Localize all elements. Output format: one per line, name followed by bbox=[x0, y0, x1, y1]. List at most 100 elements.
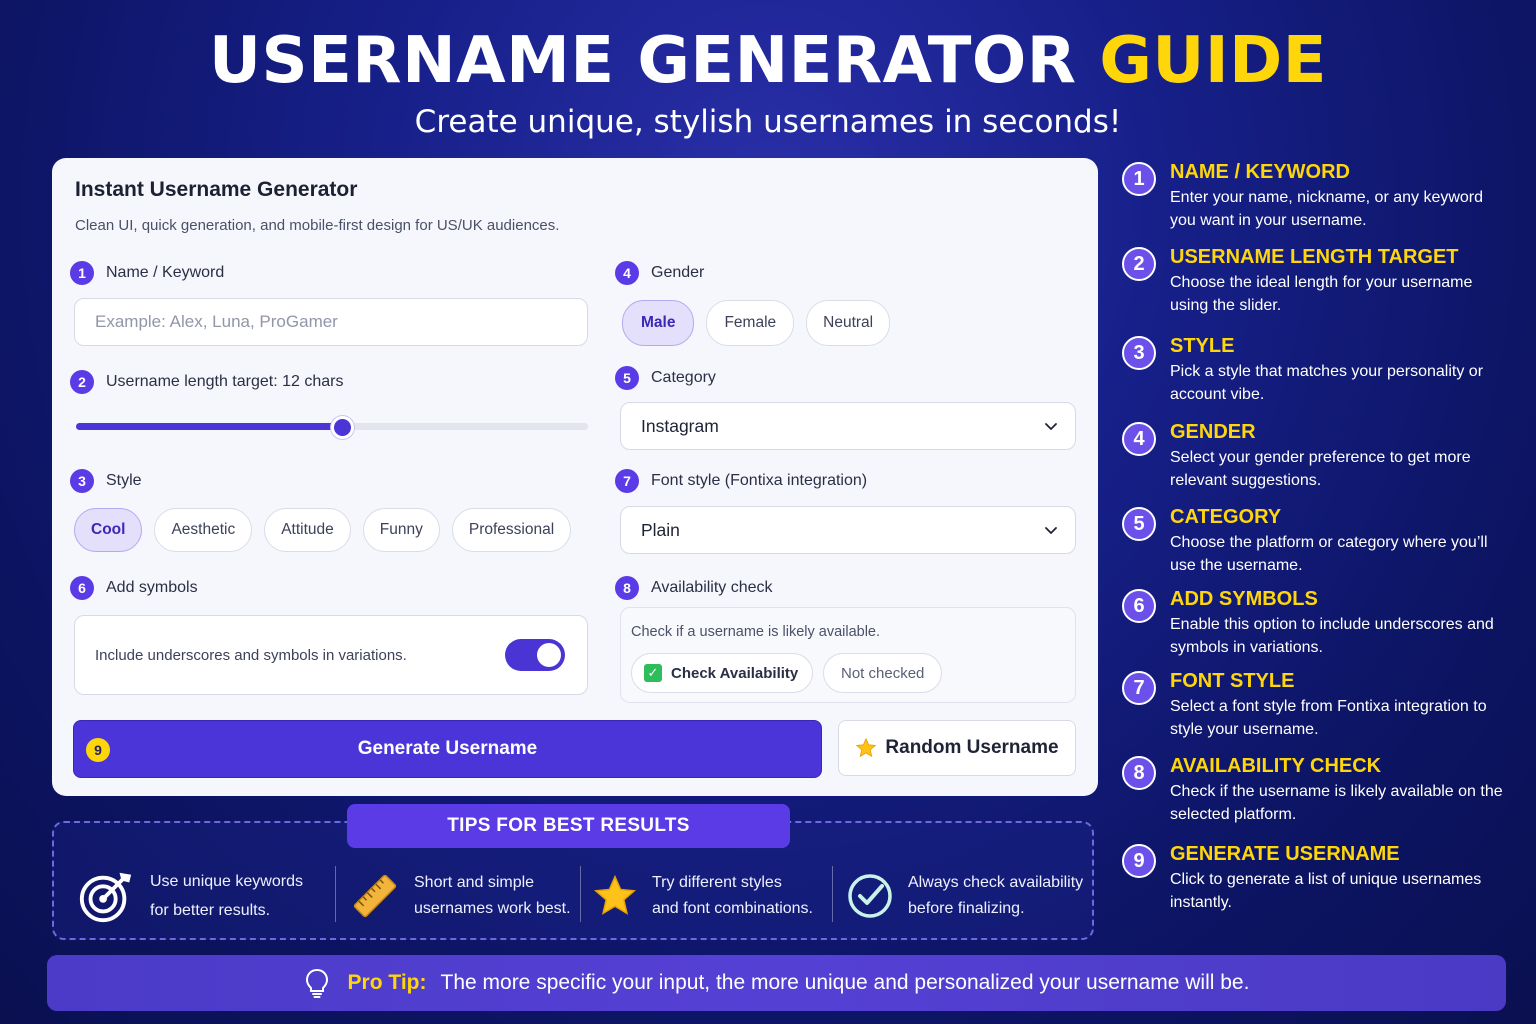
step-description: Choose the ideal length for your usernam… bbox=[1170, 274, 1473, 314]
tip-item: Short and simple usernames work best. bbox=[350, 866, 571, 926]
step-description: Click to generate a list of unique usern… bbox=[1170, 871, 1482, 911]
style-option-professional[interactable]: Professional bbox=[451, 508, 572, 552]
step-badge: 8 bbox=[615, 576, 639, 600]
step-item: 9 GENERATE USERNAME Click to generate a l… bbox=[1122, 842, 1510, 914]
step-number: 4 bbox=[1122, 422, 1156, 456]
step-item: 3 STYLE Pick a style that matches your pe… bbox=[1122, 334, 1510, 406]
step-badge: 5 bbox=[615, 366, 639, 390]
step-title: CATEGORY bbox=[1170, 506, 1282, 528]
step-number: 2 bbox=[1122, 247, 1156, 281]
star-icon bbox=[856, 737, 877, 758]
step-title: GENERATE USERNAME bbox=[1170, 843, 1400, 865]
label-text: Availability check bbox=[651, 579, 773, 596]
slider-fill bbox=[76, 423, 343, 430]
step-badge: 4 bbox=[615, 261, 639, 285]
target-icon bbox=[76, 866, 136, 926]
step-title: GENDER bbox=[1170, 421, 1256, 443]
tip-text-line: Use unique keywords bbox=[150, 872, 303, 890]
step-badge: 3 bbox=[70, 469, 94, 493]
name-field-label: 1 Name / Keyword bbox=[70, 261, 224, 285]
button-label: Check Availability bbox=[671, 664, 799, 682]
symbols-option-box: Include underscores and symbols in varia… bbox=[74, 615, 588, 695]
step-description: Select a font style from Fontixa integra… bbox=[1170, 698, 1487, 738]
tip-text-line: Always check availability bbox=[908, 874, 1084, 891]
style-option-funny[interactable]: Funny bbox=[362, 508, 440, 552]
length-field-label: 2 Username length target: 12 chars bbox=[70, 370, 343, 394]
font-field-label: 7 Font style (Fontixa integration) bbox=[615, 469, 867, 493]
style-option-aesthetic[interactable]: Aesthetic bbox=[154, 508, 253, 552]
step-item: 8 AVAILABILITY CHECK Check if the usernam… bbox=[1122, 754, 1510, 826]
label-text: Font style (Fontixa integration) bbox=[651, 472, 868, 489]
check-circle-icon bbox=[846, 866, 894, 926]
pro-tip-banner: Pro Tip: The more specific your input, t… bbox=[47, 955, 1506, 1011]
step-title: ADD SYMBOLS bbox=[1170, 588, 1318, 610]
checkmark-icon: ✓ bbox=[644, 664, 662, 682]
step-item: 5 CATEGORY Choose the platform or categor… bbox=[1122, 505, 1510, 577]
label-text: Gender bbox=[651, 264, 705, 281]
step-title: USERNAME LENGTH TARGET bbox=[1170, 246, 1459, 268]
step-item: 4 GENDER Select your gender preference to… bbox=[1122, 420, 1510, 492]
step-description: Select your gender preference to get mor… bbox=[1170, 449, 1471, 489]
step-number: 6 bbox=[1122, 589, 1156, 623]
step-badge: 7 bbox=[615, 469, 639, 493]
divider bbox=[832, 866, 833, 922]
step-number: 5 bbox=[1122, 507, 1156, 541]
step-title: NAME / KEYWORD bbox=[1170, 161, 1350, 183]
check-availability-button[interactable]: ✓ Check Availability bbox=[631, 653, 814, 693]
chevron-down-icon bbox=[1045, 527, 1057, 534]
step-item: 1 NAME / KEYWORD Enter your name, nicknam… bbox=[1122, 160, 1510, 232]
symbols-toggle[interactable] bbox=[505, 639, 565, 671]
label-text: Add symbols bbox=[106, 579, 198, 596]
divider bbox=[335, 866, 336, 922]
step-number: 1 bbox=[1122, 162, 1156, 196]
step-description: Check if the username is likely availabl… bbox=[1170, 783, 1503, 823]
step-badge: 1 bbox=[70, 261, 94, 285]
slider-thumb[interactable] bbox=[331, 416, 355, 439]
title-highlight: GUIDE bbox=[1099, 24, 1327, 98]
tip-item: Always check availability before finaliz… bbox=[846, 866, 1083, 926]
step-badge: 6 bbox=[70, 576, 94, 600]
font-selected-value: Plain bbox=[641, 519, 680, 540]
page-header: USERNAME GENERATOR GUIDE Create unique, … bbox=[0, 22, 1536, 142]
step-item: 6 ADD SYMBOLS Enable this option to inclu… bbox=[1122, 587, 1510, 659]
star-icon bbox=[592, 866, 638, 926]
label-text: Style bbox=[106, 472, 142, 489]
generate-username-button[interactable]: 9 Generate Username bbox=[73, 720, 822, 778]
gender-option-female[interactable]: Female bbox=[706, 300, 795, 346]
divider bbox=[580, 866, 581, 922]
generator-card: Instant Username Generator Clean UI, qui… bbox=[52, 158, 1098, 796]
gender-option-male[interactable]: Male bbox=[622, 300, 695, 346]
step-description: Pick a style that matches your personali… bbox=[1170, 363, 1484, 403]
random-username-button[interactable]: Random Username bbox=[838, 720, 1076, 776]
card-title: Instant Username Generator bbox=[75, 178, 358, 201]
availability-status-badge: Not checked bbox=[823, 653, 943, 693]
category-select[interactable]: Instagram bbox=[620, 402, 1076, 450]
title-main: USERNAME GENERATOR bbox=[209, 24, 1077, 98]
page-subtitle: Create unique, stylish usernames in seco… bbox=[414, 104, 1122, 140]
gender-option-neutral[interactable]: Neutral bbox=[806, 300, 891, 346]
step-item: 2 USERNAME LENGTH TARGET Choose the ideal… bbox=[1122, 245, 1510, 317]
availability-field-label: 8 Availability check bbox=[615, 576, 773, 600]
label-text: Name / Keyword bbox=[106, 264, 225, 281]
pro-tip-text: The more specific your input, the more u… bbox=[440, 971, 1250, 994]
card-description: Clean UI, quick generation, and mobile-f… bbox=[75, 217, 560, 234]
font-style-select[interactable]: Plain bbox=[620, 506, 1076, 554]
length-slider[interactable] bbox=[76, 416, 588, 439]
button-label: Generate Username bbox=[357, 738, 538, 759]
tip-text-line: usernames work best. bbox=[414, 900, 571, 917]
category-selected-value: Instagram bbox=[641, 415, 719, 436]
lightbulb-icon bbox=[305, 968, 328, 998]
step-item: 7 FONT STYLE Select a font style from Fon… bbox=[1122, 669, 1510, 741]
tip-text-line: and font combinations. bbox=[652, 900, 813, 917]
style-options: Cool Aesthetic Attitude Funny Profession… bbox=[74, 508, 572, 552]
tip-item: Use unique keywords for better results. bbox=[76, 866, 303, 926]
name-input-placeholder: Example: Alex, Luna, ProGamer bbox=[95, 312, 338, 331]
style-option-attitude[interactable]: Attitude bbox=[264, 508, 351, 552]
availability-description: Check if a username is likely available. bbox=[631, 624, 881, 640]
tip-text-line: for better results. bbox=[150, 901, 271, 919]
step-badge: 9 bbox=[86, 738, 110, 762]
name-input[interactable]: Example: Alex, Luna, ProGamer bbox=[74, 298, 588, 346]
style-option-cool[interactable]: Cool bbox=[74, 508, 143, 552]
step-number: 8 bbox=[1122, 756, 1156, 790]
step-title: FONT STYLE bbox=[1170, 670, 1295, 692]
